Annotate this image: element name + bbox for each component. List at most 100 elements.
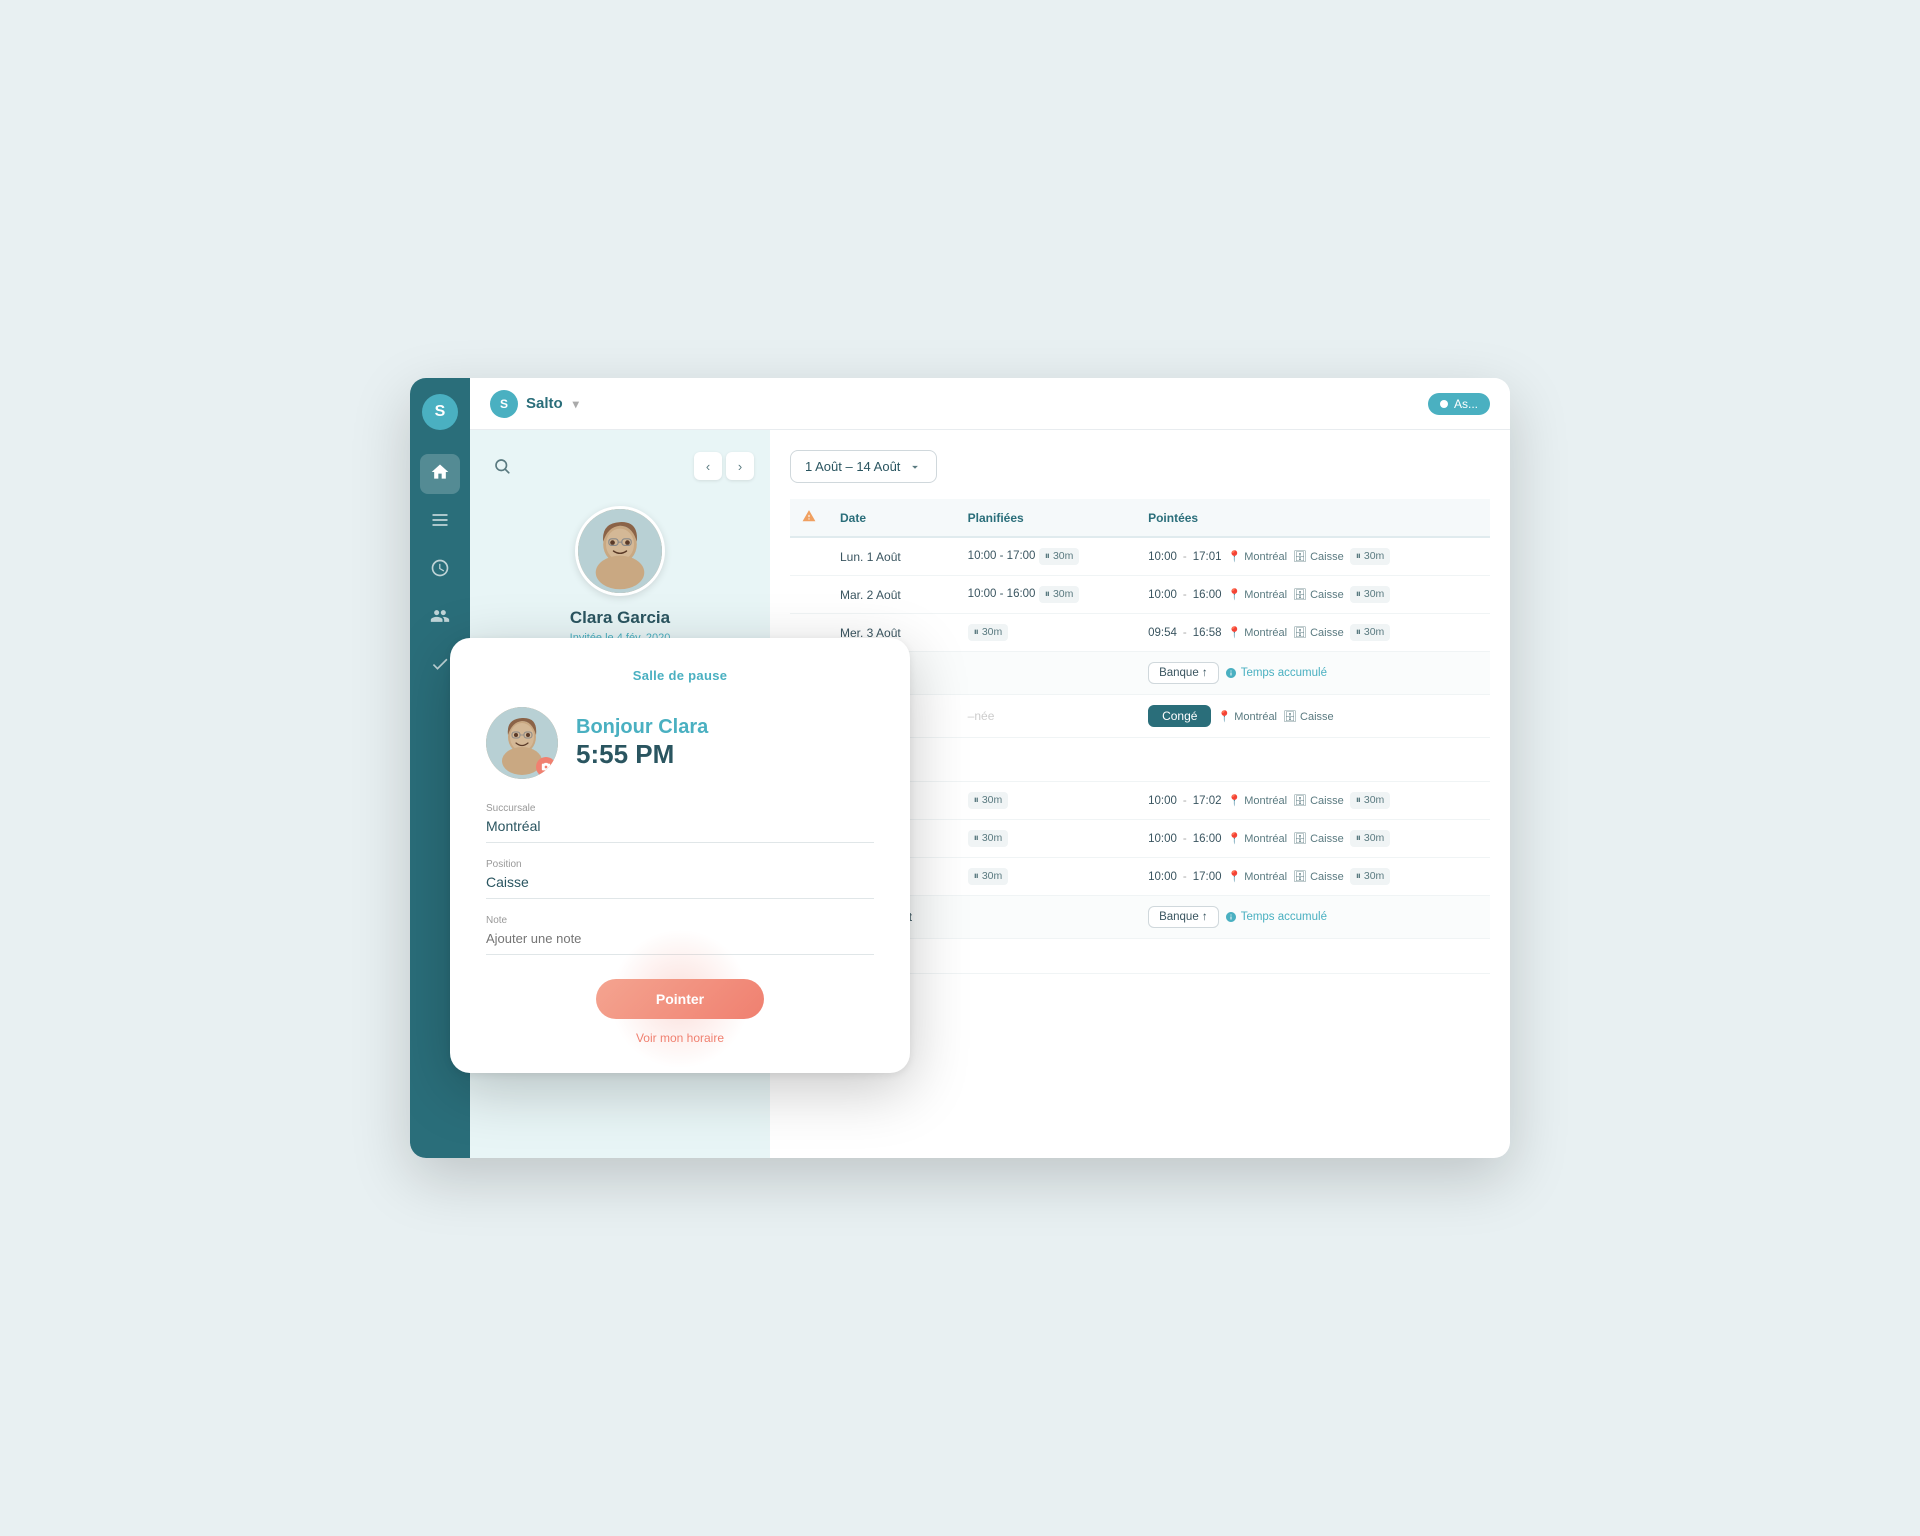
date-cell: Lun. 1 Août: [828, 537, 956, 576]
sidebar-item-home[interactable]: [420, 454, 460, 494]
brand-chevron-icon[interactable]: ▾: [573, 397, 579, 411]
temps-accumule-link-2[interactable]: Temps accumulé: [1225, 911, 1327, 923]
modal-position-field: Position Caisse: [486, 859, 874, 899]
header-warn: [790, 499, 828, 537]
pointer-button[interactable]: Pointer: [596, 979, 764, 1019]
pointed-cell: 10:00 - 16:00 📍 Montréal 🗄 Caisse ⏸ 30m: [1136, 820, 1490, 858]
sidebar-item-team[interactable]: [420, 598, 460, 638]
modal-greeting-block: Bonjour Clara 5:55 PM: [576, 716, 708, 770]
search-bar: ‹ ›: [486, 450, 754, 482]
conge-badge: Congé: [1148, 705, 1211, 727]
pointed-cell: 09:54 - 16:58 📍 Montréal 🗄 Caisse ⏸ 30m: [1136, 614, 1490, 652]
bank-button[interactable]: Banque ↑: [1148, 662, 1219, 684]
app-window: S S Sal: [410, 378, 1510, 1158]
table-row: Lun. 1 Août 10:00 - 17:00 ⏸ 30m 10:00 - …: [790, 537, 1490, 576]
table-row: Mar. 2 Août 10:00 - 16:00 ⏸ 30m 10:00 - …: [790, 576, 1490, 614]
search-button[interactable]: [486, 450, 518, 482]
position-badge: 🗄 Caisse: [1293, 550, 1344, 563]
bank-button-2[interactable]: Banque ↑: [1148, 906, 1219, 928]
date-range-selector[interactable]: 1 Août – 14 Août: [790, 450, 937, 483]
header-planifiees: Planifiées: [956, 499, 1136, 537]
planned-cell: 10:00 - 16:00 ⏸ 30m: [956, 576, 1136, 614]
planned-cell: 10:00 - 17:00 ⏸ 30m: [956, 537, 1136, 576]
modal-title: Salle de pause: [486, 668, 874, 683]
employee-name: Clara Garcia: [570, 608, 670, 628]
warn-cell: [790, 576, 828, 614]
position-badge: 🗄 Caisse: [1293, 832, 1344, 845]
pointed-time-range: 10:00 - 16:00: [1148, 833, 1221, 845]
pointed-cell: Banque ↑ Temps accumulé: [1136, 896, 1490, 939]
pointed-cell: 10:00 - 17:02 📍 Montréal 🗄 Caisse ⏸ 30m: [1136, 782, 1490, 820]
location-badge: 📍 Montréal: [1227, 588, 1287, 601]
clock-in-modal: Salle de pause: [450, 638, 910, 1073]
planned-break: ⏸ 30m: [968, 830, 1009, 847]
pointed-time-range: 10:00 - 16:00: [1148, 589, 1221, 601]
next-arrow-button[interactable]: ›: [726, 452, 754, 480]
planned-cell: ⏸ 30m: [956, 820, 1136, 858]
pointed-break: ⏸ 30m: [1350, 792, 1391, 809]
sidebar-item-clock[interactable]: [420, 550, 460, 590]
camera-icon[interactable]: [536, 757, 556, 777]
location-badge: 📍 Montréal: [1227, 626, 1287, 639]
header-date: Date: [828, 499, 956, 537]
pointed-cell: Congé 📍 Montréal 🗄 Caisse: [1136, 695, 1490, 738]
planned-cell: ⏸ 30m: [956, 614, 1136, 652]
employee-avatar: [575, 506, 665, 596]
pointed-time-range: 09:54 - 16:58: [1148, 627, 1221, 639]
pointed-break: ⏸ 30m: [1350, 586, 1391, 603]
pointed-cell: Banque ↑ Temps accumulé: [1136, 652, 1490, 695]
location-badge: 📍 Montréal: [1227, 870, 1287, 883]
planned-time-range: 10:00 - 17:00: [968, 550, 1036, 562]
tasks-icon: [430, 654, 450, 679]
clock-icon: [430, 558, 450, 583]
app-header: S Salto ▾ As...: [470, 378, 1510, 430]
pointed-break: ⏸ 30m: [1350, 548, 1391, 565]
position-badge: 🗄 Caisse: [1293, 870, 1344, 883]
pointed-time-range: 10:00 - 17:01: [1148, 551, 1221, 563]
modal-note-field: Note: [486, 915, 874, 955]
planned-cell: [956, 652, 1136, 695]
position-badge: 🗄 Caisse: [1293, 794, 1344, 807]
home-icon: [430, 462, 450, 487]
pointed-break: ⏸ 30m: [1350, 624, 1391, 641]
table-header-row: Date Planifiées Pointées: [790, 499, 1490, 537]
planned-cell: [956, 896, 1136, 939]
note-input[interactable]: [486, 931, 874, 955]
header-user-label: As...: [1454, 397, 1478, 411]
team-icon: [430, 606, 450, 631]
position-badge: 🗄 Caisse: [1293, 588, 1344, 601]
voir-horaire-link[interactable]: Voir mon horaire: [486, 1031, 874, 1045]
pointed-break: ⏸ 30m: [1350, 868, 1391, 885]
planned-cell: [956, 939, 1136, 974]
pointer-button-wrap: Pointer: [486, 979, 874, 1019]
position-value: Caisse: [486, 874, 874, 899]
pointed-time-range: 10:00 - 17:00: [1148, 871, 1221, 883]
planned-break: ⏸ 30m: [968, 624, 1009, 641]
temps-accumule-link[interactable]: Temps accumulé: [1225, 667, 1327, 679]
avatar-image: [578, 509, 662, 593]
planned-break: ⏸ 30m: [968, 868, 1009, 885]
sidebar-item-schedule[interactable]: [420, 502, 460, 542]
planned-break: ⏸ 30m: [1039, 586, 1080, 603]
planned-cell: –née: [956, 695, 1136, 738]
sidebar-logo: S: [422, 394, 458, 430]
planned-time-range: 10:00 - 16:00: [968, 588, 1036, 600]
location-badge: 📍 Montréal: [1227, 550, 1287, 563]
warn-cell: [790, 537, 828, 576]
location-badge: 📍 Montréal: [1227, 832, 1287, 845]
header-pointees: Pointées: [1136, 499, 1490, 537]
date-range-label: 1 Août – 14 Août: [805, 459, 900, 474]
nav-arrows: ‹ ›: [694, 452, 754, 480]
succursale-label: Succursale: [486, 803, 874, 814]
pointed-cell: 10:00 - 17:00 📍 Montréal 🗄 Caisse ⏸ 30m: [1136, 858, 1490, 896]
pointed-time-range: 10:00 - 17:02: [1148, 795, 1221, 807]
pointed-cell: 10:00 - 17:01 📍 Montréal 🗄 Caisse ⏸ 30m: [1136, 537, 1490, 576]
pointed-break: ⏸ 30m: [1350, 830, 1391, 847]
planned-cell: ⏸ 30m: [956, 782, 1136, 820]
header-brand: S Salto ▾: [490, 390, 579, 418]
position-badge: 🗄 Caisse: [1283, 710, 1334, 723]
pointed-cell: [1136, 939, 1490, 974]
schedule-icon: [430, 510, 450, 535]
prev-arrow-button[interactable]: ‹: [694, 452, 722, 480]
header-user-badge[interactable]: As...: [1428, 393, 1490, 415]
